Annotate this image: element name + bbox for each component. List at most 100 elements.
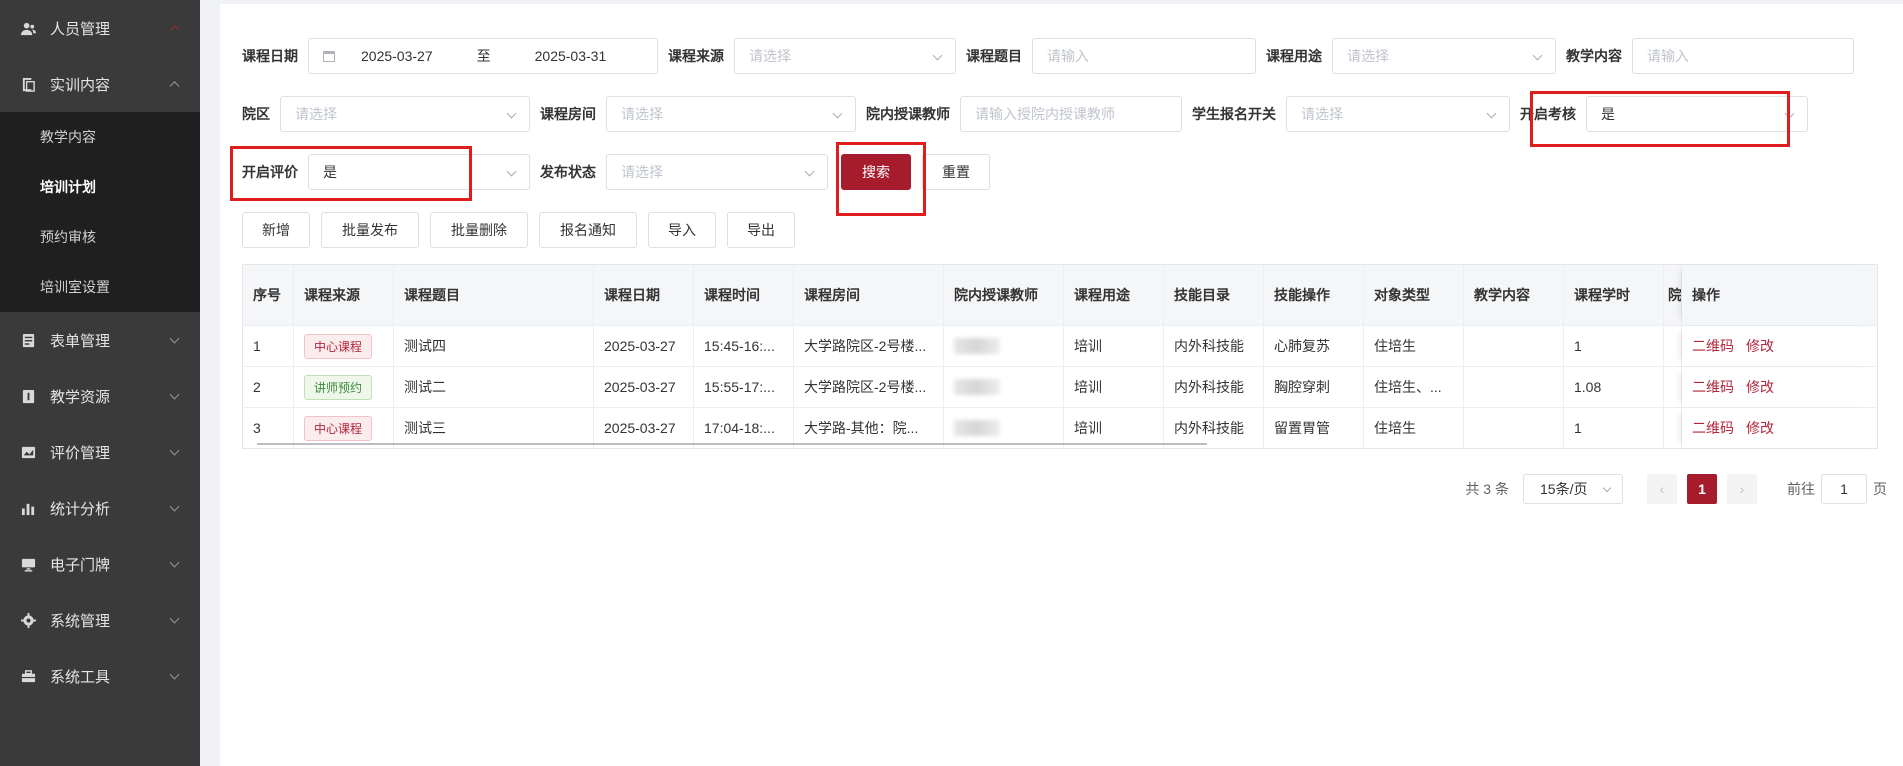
course-room-select[interactable]: 请选择 <box>606 96 856 132</box>
prev-page-button[interactable]: ‹ <box>1647 474 1677 504</box>
student-enroll-label: 学生报名开关 <box>1192 106 1276 122</box>
header-cell: 课程学时 <box>1564 265 1664 325</box>
sidebar-subitem-room-settings[interactable]: 培训室设置 <box>0 262 200 312</box>
cell-skill-dir: 内外科技能 <box>1164 326 1264 366</box>
next-page-button[interactable]: › <box>1727 474 1757 504</box>
cell-purpose: 培训 <box>1064 367 1164 407</box>
bar-chart-icon <box>20 500 36 516</box>
placeholder: 请选择 <box>621 106 663 122</box>
table-row: 2 讲师预约 测试二 2025-03-27 15:55-17:... 大学路院区… <box>243 366 1877 407</box>
redacted-name <box>954 338 1000 354</box>
cell-extra <box>1664 367 1682 407</box>
chevron-up-icon <box>169 81 180 92</box>
chevron-down-icon <box>169 669 180 680</box>
cell-purpose: 培训 <box>1064 326 1164 366</box>
header-cell: 操作 <box>1682 265 1877 325</box>
cell-room: 大学路-其他：院... <box>794 408 944 448</box>
toolbox-icon <box>20 668 36 684</box>
cell-title: 测试四 <box>394 326 594 366</box>
book-icon <box>20 76 36 92</box>
header-cell: 序号 <box>243 265 294 325</box>
header-cell: 技能目录 <box>1164 265 1264 325</box>
sidebar-item-personnel[interactable]: 人员管理 <box>0 0 200 56</box>
chevron-up-icon <box>169 25 180 36</box>
sidebar-item-statistics[interactable]: 统计分析 <box>0 480 200 536</box>
course-purpose-select[interactable]: 请选择 <box>1332 38 1556 74</box>
cell-skill-op: 心肺复苏 <box>1264 326 1364 366</box>
cell-target: 住培生 <box>1364 408 1464 448</box>
edit-link[interactable]: 修改 <box>1746 377 1774 397</box>
enroll-notice-button[interactable]: 报名通知 <box>539 212 637 248</box>
cell-title: 测试二 <box>394 367 594 407</box>
sidebar-subitem-booking-review[interactable]: 预约审核 <box>0 212 200 262</box>
export-button[interactable]: 导出 <box>727 212 795 248</box>
source-tag: 讲师预约 <box>304 374 373 400</box>
cell-room: 大学路院区-2号楼... <box>794 326 944 366</box>
qr-code-link[interactable]: 二维码 <box>1692 336 1734 356</box>
sidebar-item-label: 电子门牌 <box>50 556 111 574</box>
header-cell: 课程日期 <box>594 265 694 325</box>
cell-actions: 二维码 修改 <box>1682 408 1877 448</box>
highlight-enable-evaluation <box>230 146 472 201</box>
course-title-label: 课程题目 <box>966 48 1022 64</box>
chevron-down-icon <box>169 501 180 512</box>
publish-status-label: 发布状态 <box>540 164 596 180</box>
qr-code-link[interactable]: 二维码 <box>1692 377 1734 397</box>
sidebar-item-system-management[interactable]: 系统管理 <box>0 592 200 648</box>
header-cell: 教学内容 <box>1464 265 1564 325</box>
teaching-content-input[interactable]: 请输入 <box>1632 38 1854 74</box>
cell-actions: 二维码 修改 <box>1682 367 1877 407</box>
header-cell: 院 <box>1664 265 1682 325</box>
cell-time: 17:04-18:... <box>694 408 794 448</box>
sidebar-item-e-doorplate[interactable]: 电子门牌 <box>0 536 200 592</box>
pagination: 共 3 条 15条/页 ‹ 1 › 前往 1 页 <box>1465 474 1887 504</box>
sidebar-item-form-management[interactable]: 表单管理 <box>0 312 200 368</box>
date-end: 2025-03-31 <box>534 48 607 64</box>
submenu-training-content: 教学内容 培训计划 预约审核 培训室设置 <box>0 112 200 312</box>
course-date-range-picker[interactable]: 2025-03-27 至 2025-03-31 <box>308 38 658 74</box>
goto-page-input[interactable]: 1 <box>1821 474 1867 504</box>
placeholder: 请输入 <box>1047 48 1089 64</box>
page-size-select[interactable]: 15条/页 <box>1523 474 1623 504</box>
sidebar-item-teaching-resources[interactable]: 教学资源 <box>0 368 200 424</box>
add-button[interactable]: 新增 <box>242 212 310 248</box>
sidebar-subitem-teaching-content[interactable]: 教学内容 <box>0 112 200 162</box>
total-count: 共 3 条 <box>1465 481 1509 497</box>
course-room-label: 课程房间 <box>540 106 596 122</box>
cell-time: 15:55-17:... <box>694 367 794 407</box>
cell-no: 3 <box>243 408 294 448</box>
horizontal-scrollbar[interactable] <box>257 443 1207 445</box>
edit-link[interactable]: 修改 <box>1746 418 1774 438</box>
sidebar-item-label: 实训内容 <box>50 76 111 94</box>
page-1-button[interactable]: 1 <box>1687 474 1717 504</box>
student-enroll-select[interactable]: 请选择 <box>1286 96 1510 132</box>
toolbar: 新增 批量发布 批量删除 报名通知 导入 导出 <box>242 212 806 248</box>
import-button[interactable]: 导入 <box>648 212 716 248</box>
qr-code-link[interactable]: 二维码 <box>1692 418 1734 438</box>
edit-link[interactable]: 修改 <box>1746 336 1774 356</box>
course-source-select[interactable]: 请选择 <box>734 38 956 74</box>
header-cell: 院内授课教师 <box>944 265 1064 325</box>
cell-date: 2025-03-27 <box>594 326 694 366</box>
chevron-down-icon <box>932 50 943 61</box>
reset-button[interactable]: 重置 <box>922 154 990 190</box>
sidebar-subitem-training-plan[interactable]: 培训计划 <box>0 162 200 212</box>
course-title-input[interactable]: 请输入 <box>1032 38 1256 74</box>
sidebar-item-label: 系统管理 <box>50 612 111 630</box>
teaching-content-label: 教学内容 <box>1566 48 1622 64</box>
sidebar-item-training-content[interactable]: 实训内容 <box>0 56 200 112</box>
chevron-down-icon <box>1486 108 1497 119</box>
header-cell: 课程来源 <box>294 265 394 325</box>
sidebar-item-system-tools[interactable]: 系统工具 <box>0 648 200 704</box>
cell-source: 中心课程 <box>294 326 394 366</box>
batch-publish-button[interactable]: 批量发布 <box>321 212 419 248</box>
publish-status-select[interactable]: 请选择 <box>606 154 828 190</box>
date-separator: 至 <box>476 48 491 64</box>
sidebar-item-label: 评价管理 <box>50 444 111 462</box>
campus-select[interactable]: 请选择 <box>280 96 530 132</box>
teacher-input[interactable]: 请输入授院内授课教师 <box>960 96 1182 132</box>
cell-hours: 1 <box>1564 408 1664 448</box>
batch-delete-button[interactable]: 批量删除 <box>430 212 528 248</box>
sidebar-item-evaluation[interactable]: 评价管理 <box>0 424 200 480</box>
source-tag: 中心课程 <box>304 333 373 359</box>
